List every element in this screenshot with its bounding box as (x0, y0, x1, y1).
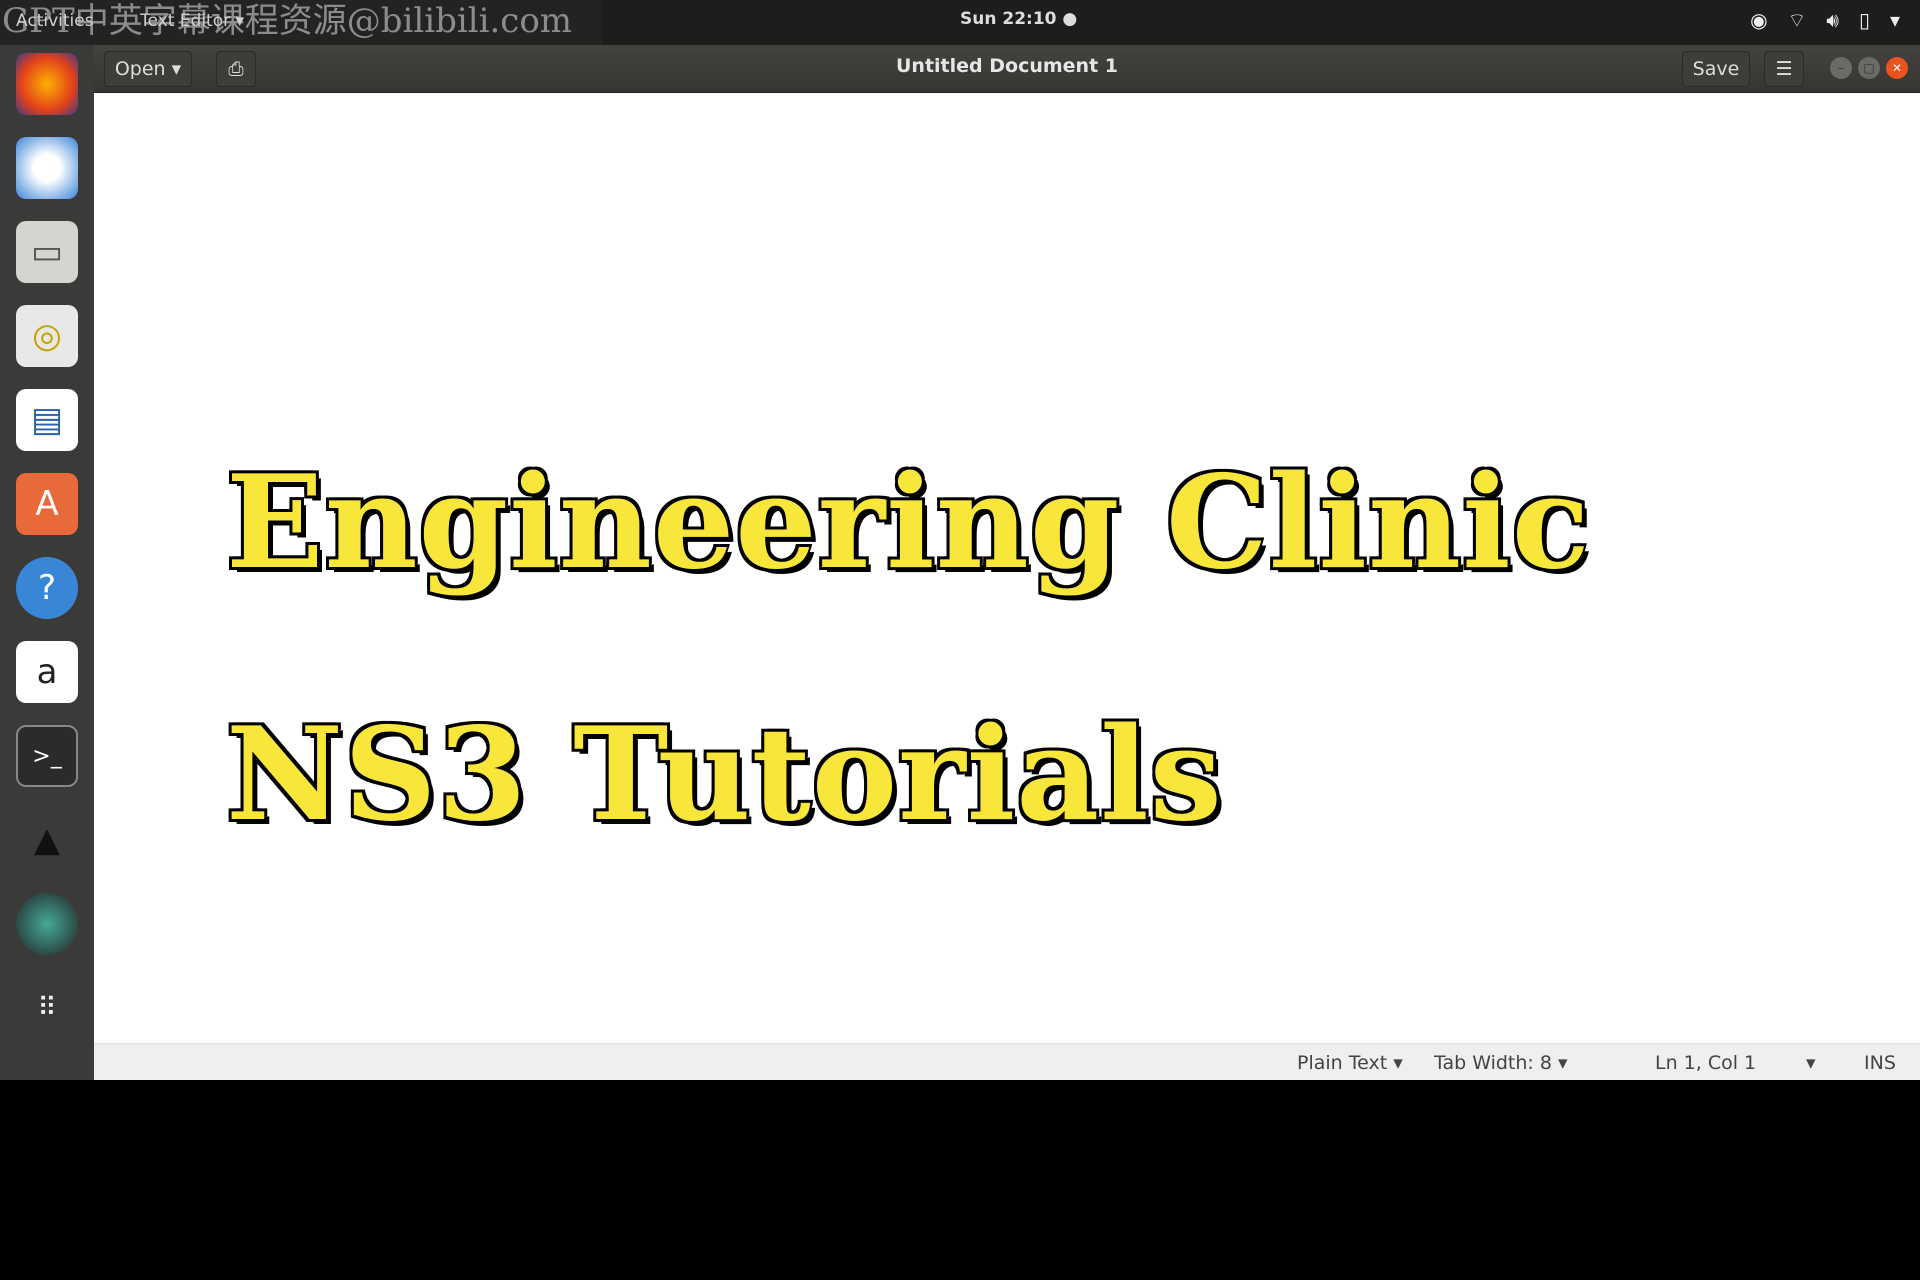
language-selector[interactable]: Plain Text ▾ (1297, 1052, 1403, 1074)
top-bar: GPT中英字幕课程资源@bilibili.com Activities Text… (0, 0, 1920, 45)
system-tray[interactable]: ◉ ⌔ 🔊︎ ▯ ▾ (1750, 8, 1900, 33)
maximize-button[interactable]: □ (1858, 57, 1880, 79)
rhythmbox-icon[interactable]: ◎ (16, 305, 78, 367)
tab-width-selector[interactable]: Tab Width: 8 ▾ (1434, 1052, 1568, 1074)
activities-button[interactable]: Activities (16, 11, 94, 31)
thunderbird-icon[interactable]: ✉ (16, 137, 78, 199)
files-icon[interactable]: ▭ (16, 221, 78, 283)
software-center-icon[interactable]: A (16, 473, 78, 535)
chevron-down-icon[interactable]: ▾ (1806, 1052, 1816, 1074)
save-button[interactable]: Save (1682, 51, 1750, 87)
writer-icon[interactable]: ▤ (16, 389, 78, 451)
new-document-icon: ⎙ (228, 58, 244, 80)
battery-icon: ▯ (1858, 8, 1870, 32)
scanner-icon[interactable] (16, 893, 78, 955)
status-bar: Plain Text ▾ Tab Width: 8 ▾ Ln 1, Col 1 … (94, 1043, 1920, 1080)
app-menu[interactable]: Text Editor ▾ (140, 11, 244, 31)
window-title: Untitled Document 1 (896, 55, 1118, 77)
cursor-position[interactable]: Ln 1, Col 1 (1655, 1052, 1756, 1074)
headerbar: Untitled Document 1 Open ▾ ⎙ Save ☰ – □ … (94, 45, 1920, 93)
chevron-down-icon: ▾ (1889, 8, 1900, 32)
insert-mode: INS (1864, 1052, 1896, 1074)
dock: ✉ ▭ ◎ ▤ A ? a >_ ▲ ⠿ (0, 45, 94, 1080)
show-apps-icon[interactable]: ⠿ (16, 977, 78, 1039)
clock[interactable]: Sun 22:10 ● (960, 9, 1077, 29)
volume-icon: 🔊︎ (1826, 8, 1839, 32)
open-button[interactable]: Open ▾ (104, 51, 192, 87)
text-editor-area[interactable]: Engineering Clinic NS3 Tutorials (94, 93, 1920, 1043)
document-line-1: Engineering Clinic (224, 446, 1592, 600)
wifi-icon: ⌔ (1787, 8, 1807, 32)
menu-button[interactable]: ☰ (1764, 51, 1804, 87)
firefox-icon[interactable] (16, 53, 78, 115)
minimize-button[interactable]: – (1830, 57, 1852, 79)
help-icon[interactable]: ? (16, 557, 78, 619)
document-line-2: NS3 Tutorials (224, 698, 1224, 852)
update-icon[interactable]: ◉ (1750, 8, 1767, 33)
amazon-icon[interactable]: a (16, 641, 78, 703)
close-button[interactable]: ✕ (1886, 57, 1908, 79)
new-document-button[interactable]: ⎙ (216, 51, 256, 87)
terminal-icon[interactable]: >_ (16, 725, 78, 787)
inkscape-icon[interactable]: ▲ (16, 809, 78, 871)
